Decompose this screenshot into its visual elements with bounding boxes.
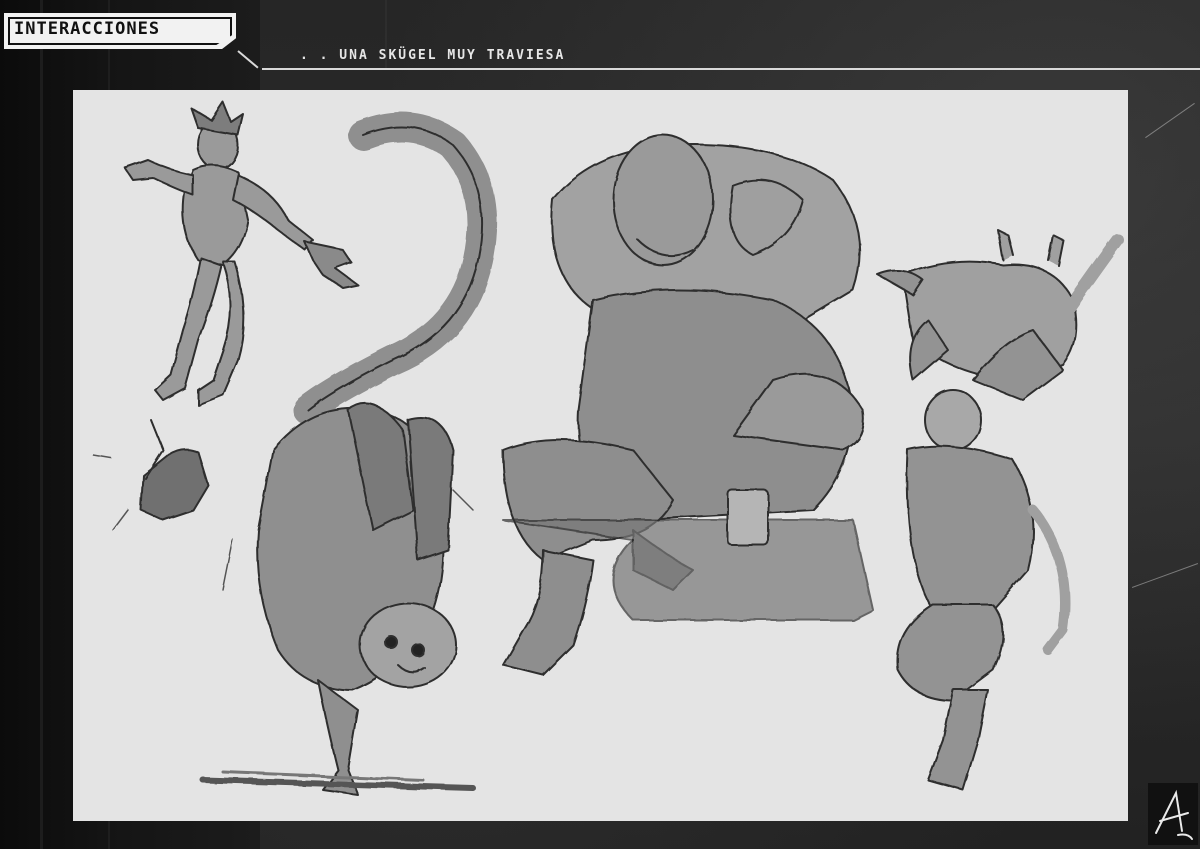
page-title: INTERACCIONES — [14, 19, 161, 39]
sketch-canvas — [73, 90, 1128, 821]
page-subtitle: . . UNA SKÜGEL MUY TRAVIESA — [300, 48, 566, 63]
sketch-artwork — [92, 101, 1124, 796]
decorative-stripe — [40, 0, 43, 849]
signature-box — [1148, 783, 1198, 845]
large-seated-figure-in-fur-coat — [502, 134, 874, 676]
header-divider-line — [262, 68, 1200, 70]
signature-mark — [1155, 789, 1193, 840]
figure-carrying-creature — [877, 229, 1124, 791]
